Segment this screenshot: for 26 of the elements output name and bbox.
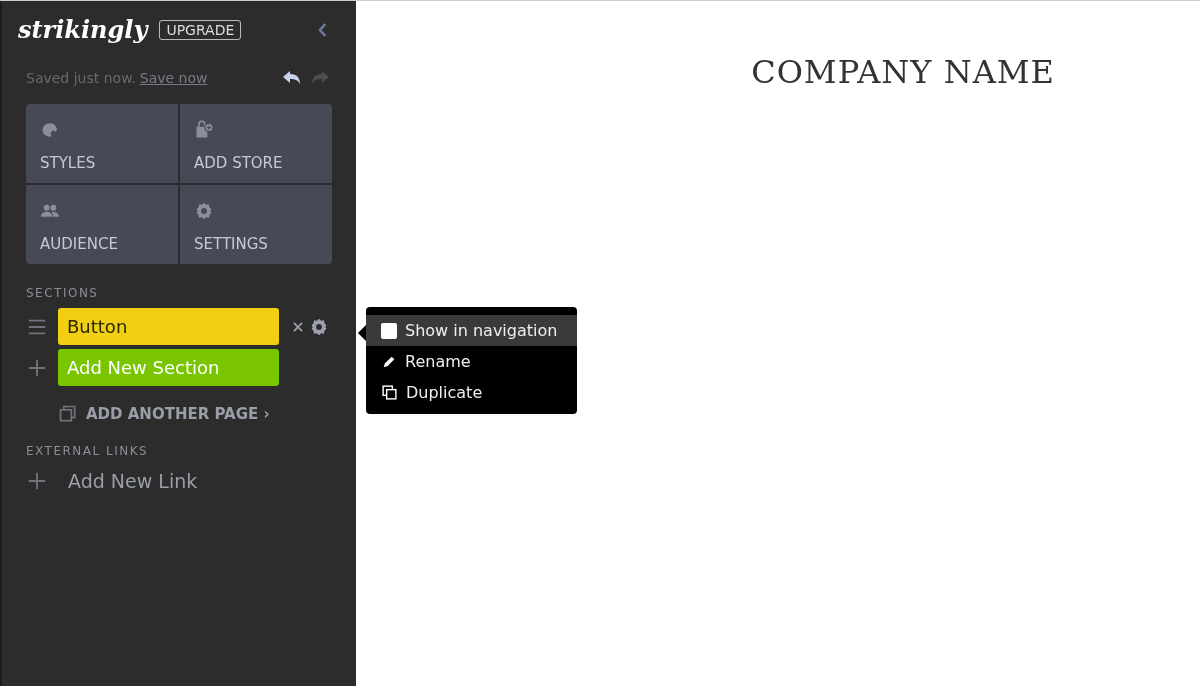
add-page-link[interactable]: ADD ANOTHER PAGE › xyxy=(86,405,270,423)
checkbox[interactable] xyxy=(381,322,397,339)
company-name: COMPANY NAME xyxy=(751,53,1055,93)
add-link[interactable]: Add New Link xyxy=(68,470,198,492)
upgrade-button[interactable]: UPGRADE xyxy=(159,19,242,40)
save-status: Saved just now. xyxy=(26,70,136,86)
menu-tile[interactable]: STYLES xyxy=(26,104,178,183)
menu-item[interactable]: Show in navigation xyxy=(366,315,577,346)
section-item[interactable]: Button xyxy=(58,308,279,345)
section-heading: SECTIONS xyxy=(26,286,100,300)
shopping-bag-icon xyxy=(194,120,214,140)
menu-item[interactable]: Rename xyxy=(366,346,577,377)
menu-tile[interactable]: ADD STORE xyxy=(180,104,332,183)
palette-icon xyxy=(40,120,60,140)
close-icon xyxy=(291,319,305,334)
gear-icon xyxy=(194,201,214,221)
pages-icon xyxy=(58,404,78,424)
plus-icon xyxy=(26,470,48,492)
save-link[interactable]: Save now xyxy=(139,70,208,86)
menu-tile[interactable]: AUDIENCE xyxy=(26,185,178,264)
section-heading: EXTERNAL LINKS xyxy=(26,444,150,458)
menu-tile[interactable]: SETTINGS xyxy=(180,185,332,264)
gear-icon xyxy=(309,316,329,337)
copy-icon xyxy=(381,384,398,401)
menu-item[interactable]: Duplicate xyxy=(366,377,577,408)
logo: strikingly xyxy=(18,15,148,44)
